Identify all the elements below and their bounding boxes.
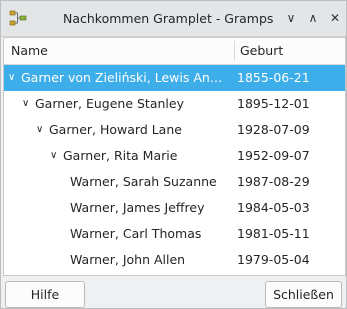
gramps-tree-icon: [9, 10, 27, 26]
birth-date: 1895-12-01: [237, 96, 310, 111]
column-divider[interactable]: [234, 41, 235, 61]
birth-date: 1855-06-21: [237, 70, 310, 85]
birth-date: 1981-05-11: [237, 226, 310, 241]
person-name: Warner, Carl Thomas: [70, 226, 202, 241]
chevron-down-icon[interactable]: ∨: [283, 10, 299, 26]
expander-chevron-icon[interactable]: ∨: [22, 91, 32, 117]
tree-row[interactable]: ∨ Garner, Rita Marie 1952-09-07: [4, 143, 345, 169]
title-bar[interactable]: Nachkommen Gramplet - Gramps ∨ ∧ ✕: [1, 1, 346, 37]
person-name: Warner, James Jeffrey: [70, 200, 205, 215]
column-header-birth[interactable]: Geburt: [240, 43, 283, 58]
close-button[interactable]: Schließen: [265, 281, 342, 308]
tree-row[interactable]: Warner, John Allen 1979-05-04: [4, 247, 345, 273]
tree-row[interactable]: Warner, Sarah Suzanne 1987-08-29: [4, 169, 345, 195]
birth-date: 1979-05-04: [237, 252, 310, 267]
person-name: Warner, Sarah Suzanne: [70, 174, 217, 189]
tree-row[interactable]: ∨ Garner von Zieliński, Lewis Ander… 1855-…: [4, 65, 345, 91]
expander-chevron-icon[interactable]: ∨: [8, 65, 18, 91]
tree-header: Name Geburt: [4, 38, 345, 65]
person-name: Garner, Rita Marie: [63, 148, 178, 163]
tree-row[interactable]: Warner, James Jeffrey 1984-05-03: [4, 195, 345, 221]
tree-row[interactable]: Warner, Matthew Steven 1977-06-23: [4, 273, 345, 275]
birth-date: 1928-07-09: [237, 122, 310, 137]
column-header-name[interactable]: Name: [11, 43, 48, 58]
expander-chevron-icon[interactable]: ∨: [50, 143, 60, 169]
window-title: Nachkommen Gramplet - Gramps: [63, 11, 274, 26]
gramplet-window: Nachkommen Gramplet - Gramps ∨ ∧ ✕ Name …: [0, 0, 347, 309]
birth-date: 1977-06-23: [237, 273, 310, 275]
person-name: Warner, John Allen: [70, 252, 186, 267]
help-button[interactable]: Hilfe: [5, 281, 85, 308]
person-name: Garner von Zieliński, Lewis Ander…: [21, 70, 230, 85]
birth-date: 1952-09-07: [237, 148, 310, 163]
close-icon[interactable]: ✕: [327, 10, 343, 26]
expander-chevron-icon[interactable]: ∨: [36, 117, 46, 143]
birth-date: 1984-05-03: [237, 200, 310, 215]
person-name: Garner, Howard Lane: [49, 122, 182, 137]
birth-date: 1987-08-29: [237, 174, 310, 189]
person-name: Garner, Eugene Stanley: [35, 96, 184, 111]
descendants-tree[interactable]: Name Geburt ∨ Garner von Zieliński, Lewis…: [3, 37, 346, 276]
tree-row[interactable]: Warner, Carl Thomas 1981-05-11: [4, 221, 345, 247]
person-name: Warner, Matthew Steven: [70, 273, 230, 275]
chevron-up-icon[interactable]: ∧: [305, 10, 321, 26]
tree-row[interactable]: ∨ Garner, Eugene Stanley 1895-12-01: [4, 91, 345, 117]
tree-row[interactable]: ∨ Garner, Howard Lane 1928-07-09: [4, 117, 345, 143]
